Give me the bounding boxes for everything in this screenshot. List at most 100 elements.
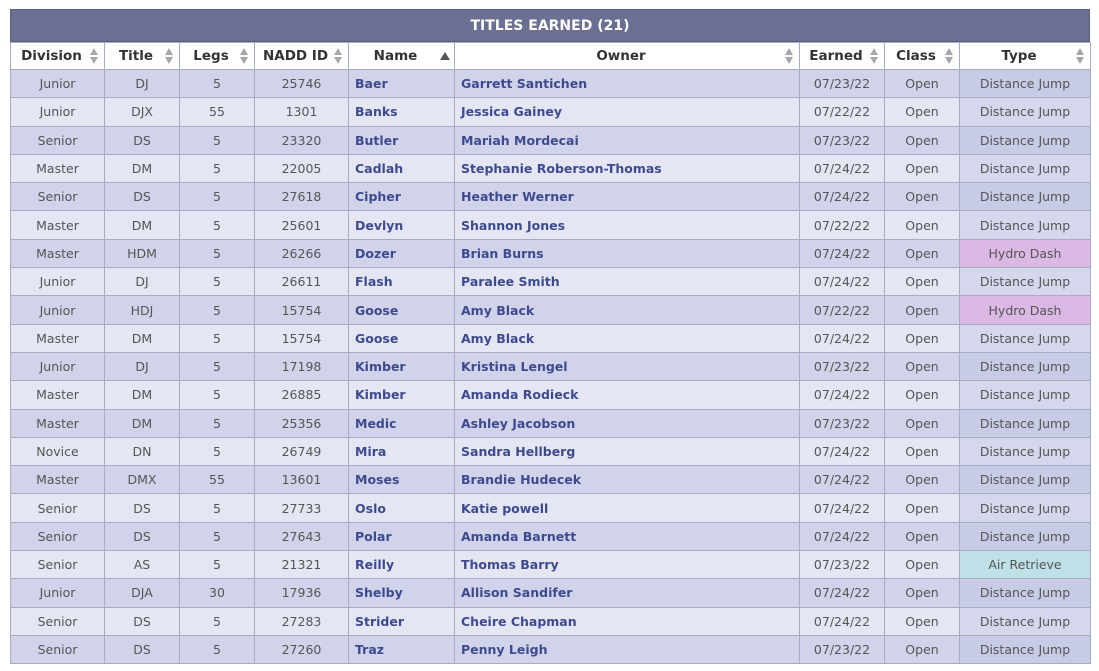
cell-title: DS <box>104 493 180 523</box>
cell-nadd-id: 15754 <box>254 295 349 325</box>
column-header-type[interactable]: Type <box>959 42 1091 70</box>
cell-type: Distance Jump <box>959 323 1091 353</box>
dog-name-link[interactable]: Polar <box>348 521 455 552</box>
cell-division: Master <box>10 323 105 353</box>
cell-type: Distance Jump <box>959 634 1091 665</box>
column-header-owner[interactable]: Owner <box>454 42 800 70</box>
cell-earned: 07/23/22 <box>799 125 885 155</box>
owner-link[interactable]: Amanda Barnett <box>454 521 800 552</box>
column-label: Legs <box>193 48 229 64</box>
column-header-legs[interactable]: Legs <box>179 42 255 70</box>
cell-legs: 5 <box>179 493 255 523</box>
owner-link[interactable]: Penny Leigh <box>454 634 800 665</box>
dog-name-link[interactable]: Traz <box>348 634 455 665</box>
owner-link[interactable]: Amanda Rodieck <box>454 380 800 410</box>
dog-name-link[interactable]: Shelby <box>348 578 455 608</box>
column-header-division[interactable]: Division <box>10 42 105 70</box>
dog-name-link[interactable]: Kimber <box>348 380 455 410</box>
dog-name-link[interactable]: Banks <box>348 97 455 127</box>
owner-link[interactable]: Amy Black <box>454 323 800 353</box>
owner-link[interactable]: Amy Black <box>454 295 800 325</box>
owner-link[interactable]: Shannon Jones <box>454 210 800 240</box>
column-label: Title <box>118 48 154 64</box>
dog-name-link[interactable]: Goose <box>348 295 455 325</box>
dog-name-link[interactable]: Medic <box>348 408 455 438</box>
table-row: Senior AS 5 21321 Reilly Thomas Barry 07/23/22… <box>10 550 1091 580</box>
cell-class: Open <box>884 68 960 99</box>
cell-earned: 07/23/22 <box>799 408 885 438</box>
cell-nadd-id: 25746 <box>254 68 349 99</box>
dog-name-link[interactable]: Mira <box>348 436 455 467</box>
cell-legs: 5 <box>179 380 255 410</box>
dog-name-link[interactable]: Kimber <box>348 351 455 382</box>
owner-link[interactable]: Allison Sandifer <box>454 578 800 608</box>
cell-legs: 5 <box>179 68 255 99</box>
owner-link[interactable]: Kristina Lengel <box>454 351 800 382</box>
owner-link[interactable]: Garrett Santichen <box>454 68 800 99</box>
titles-earned-panel: TITLES EARNED (21) Division Title Legs N… <box>10 9 1091 665</box>
dog-name-link[interactable]: Cipher <box>348 182 455 212</box>
cell-earned: 07/24/22 <box>799 267 885 297</box>
dog-name-link[interactable]: Flash <box>348 267 455 297</box>
dog-name-link[interactable]: Cadlah <box>348 153 455 184</box>
owner-link[interactable]: Thomas Barry <box>454 550 800 580</box>
cell-legs: 5 <box>179 408 255 438</box>
dog-name-link[interactable]: Moses <box>348 465 455 495</box>
owner-link[interactable]: Brian Burns <box>454 238 800 269</box>
dog-name-link[interactable]: Butler <box>348 125 455 155</box>
owner-link[interactable]: Heather Werner <box>454 182 800 212</box>
cell-nadd-id: 15754 <box>254 323 349 353</box>
cell-title: DJ <box>104 68 180 99</box>
cell-class: Open <box>884 351 960 382</box>
owner-link[interactable]: Katie powell <box>454 493 800 523</box>
column-label: Class <box>896 48 936 64</box>
dog-name-link[interactable]: Oslo <box>348 493 455 523</box>
dog-name-link[interactable]: Strider <box>348 606 455 636</box>
cell-division: Master <box>10 238 105 269</box>
cell-title: DM <box>104 153 180 184</box>
cell-class: Open <box>884 550 960 580</box>
cell-class: Open <box>884 606 960 636</box>
cell-legs: 30 <box>179 578 255 608</box>
sort-icon <box>785 47 794 65</box>
cell-division: Junior <box>10 295 105 325</box>
dog-name-link[interactable]: Goose <box>348 323 455 353</box>
titles-table: Division Title Legs NADD ID Name Owner E… <box>10 42 1091 665</box>
cell-type: Distance Jump <box>959 68 1091 99</box>
cell-type: Distance Jump <box>959 521 1091 552</box>
dog-name-link[interactable]: Dozer <box>348 238 455 269</box>
cell-nadd-id: 23320 <box>254 125 349 155</box>
cell-class: Open <box>884 493 960 523</box>
table-row: Junior DJ 5 17198 Kimber Kristina Lengel 07/23… <box>10 351 1091 382</box>
cell-earned: 07/24/22 <box>799 578 885 608</box>
dog-name-link[interactable]: Baer <box>348 68 455 99</box>
cell-earned: 07/23/22 <box>799 550 885 580</box>
cell-class: Open <box>884 436 960 467</box>
table-row: Master DM 5 25356 Medic Ashley Jacobson 07/23/… <box>10 408 1091 438</box>
owner-link[interactable]: Brandie Hudecek <box>454 465 800 495</box>
cell-legs: 5 <box>179 521 255 552</box>
cell-legs: 5 <box>179 238 255 269</box>
cell-nadd-id: 13601 <box>254 465 349 495</box>
dog-name-link[interactable]: Reilly <box>348 550 455 580</box>
cell-earned: 07/24/22 <box>799 436 885 467</box>
cell-class: Open <box>884 408 960 438</box>
table-row: Junior DJA 30 17936 Shelby Allison Sandifer 07… <box>10 578 1091 608</box>
column-header-class[interactable]: Class <box>884 42 960 70</box>
cell-nadd-id: 26266 <box>254 238 349 269</box>
dog-name-link[interactable]: Devlyn <box>348 210 455 240</box>
cell-type: Air Retrieve <box>959 550 1091 580</box>
owner-link[interactable]: Sandra Hellberg <box>454 436 800 467</box>
owner-link[interactable]: Mariah Mordecai <box>454 125 800 155</box>
column-header-name[interactable]: Name <box>348 42 455 70</box>
owner-link[interactable]: Cheire Chapman <box>454 606 800 636</box>
column-header-nadd-id[interactable]: NADD ID <box>254 42 349 70</box>
owner-link[interactable]: Stephanie Roberson-Thomas <box>454 153 800 184</box>
cell-class: Open <box>884 267 960 297</box>
column-header-earned[interactable]: Earned <box>799 42 885 70</box>
owner-link[interactable]: Ashley Jacobson <box>454 408 800 438</box>
owner-link[interactable]: Jessica Gainey <box>454 97 800 127</box>
owner-link[interactable]: Paralee Smith <box>454 267 800 297</box>
column-header-title[interactable]: Title <box>104 42 180 70</box>
cell-type: Distance Jump <box>959 436 1091 467</box>
